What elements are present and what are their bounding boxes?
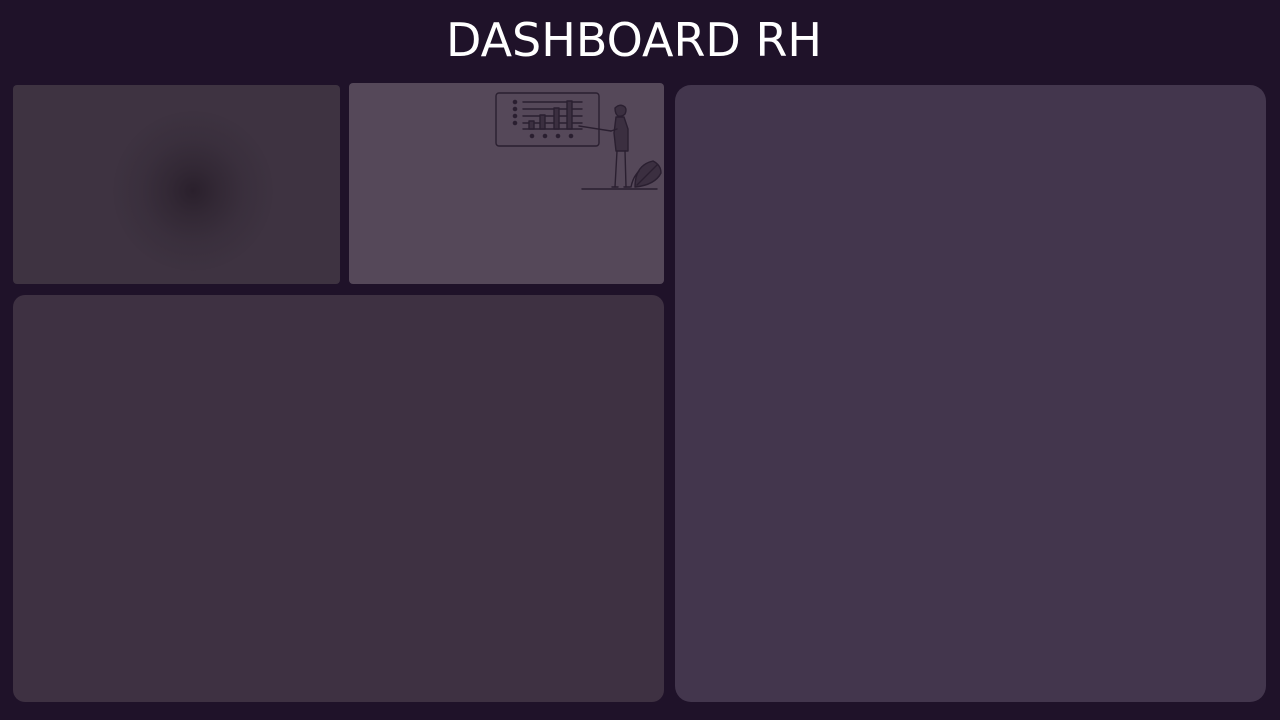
content-panel-right xyxy=(675,85,1266,702)
presenter-with-chart-illustration-icon xyxy=(495,92,662,190)
radial-glow-decoration xyxy=(113,111,273,271)
chart-board-icon xyxy=(495,92,600,147)
page-title: DASHBOARD RH xyxy=(445,13,823,67)
content-panel-bottom-left xyxy=(13,295,664,702)
kpi-panel-top-left xyxy=(13,85,340,284)
illustration-panel xyxy=(349,83,664,284)
